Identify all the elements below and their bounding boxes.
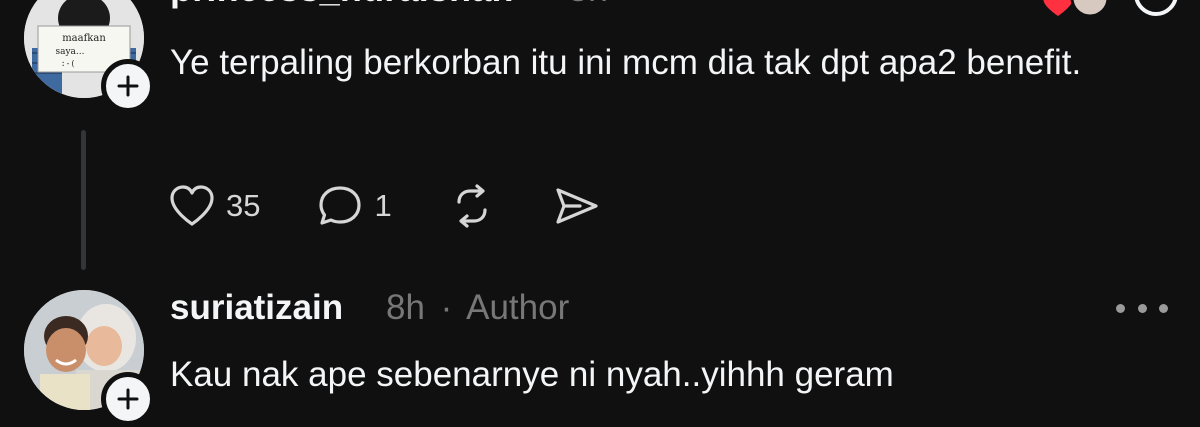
post-text-2: Kau nak ape sebenarnye ni nyah..yihhh ge… — [170, 355, 894, 394]
top-right-cluster — [1030, 0, 1180, 20]
post-text-1: Ye terpaling berkorban itu ini mcm dia t… — [170, 43, 1082, 82]
reply-count: 1 — [374, 188, 392, 223]
timestamp-post-2: 8h — [386, 288, 425, 327]
like-button[interactable]: 35 — [168, 184, 260, 228]
thread-line — [81, 130, 86, 270]
send-icon — [556, 188, 598, 224]
plus-icon — [117, 388, 139, 410]
heart-icon — [1043, 0, 1073, 16]
follow-button-post-1[interactable] — [101, 59, 155, 113]
heart-icon — [170, 185, 214, 226]
share-button[interactable] — [552, 184, 600, 228]
more-options-button[interactable] — [1116, 293, 1168, 323]
post-actions-1: 35 1 — [168, 180, 656, 232]
author-badge: Author — [466, 288, 570, 327]
activity-icon — [1134, 0, 1178, 16]
meta-separator: · — [440, 288, 453, 327]
timestamp-post-1: 8h — [568, 0, 608, 10]
plus-icon — [117, 75, 139, 97]
avatar — [1070, 0, 1110, 18]
like-count: 35 — [226, 188, 261, 223]
repost-icon — [457, 184, 487, 228]
reply-button[interactable]: 1 — [316, 184, 392, 228]
liked-by-avatars[interactable] — [1030, 0, 1180, 20]
sign-line-2: saya... — [55, 47, 84, 57]
follow-button-post-2[interactable] — [101, 372, 155, 426]
username-post-2[interactable]: suriatizain — [170, 288, 343, 328]
more-horizontal-icon — [1116, 303, 1125, 313]
repost-button[interactable] — [448, 184, 496, 228]
post-meta-2: 8h · Author — [386, 288, 569, 328]
comment-icon — [319, 186, 362, 225]
username-post-1[interactable]: princess_nuraishah — [170, 0, 514, 10]
sign-line-3: :-( — [61, 59, 75, 68]
sign-line-1: maafkan — [62, 33, 106, 44]
